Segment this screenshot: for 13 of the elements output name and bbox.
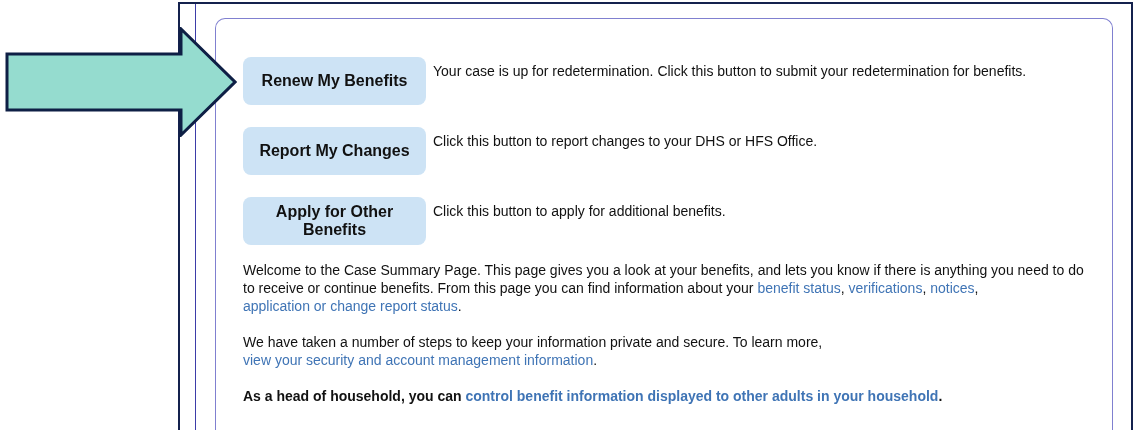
text-link[interactable]: control benefit information displayed to other adults in your household — [465, 388, 939, 404]
info-paragraph: As a head of household, you can control benefit information displayed to other adults in your household. — [243, 387, 944, 405]
action-button[interactable]: Apply for Other Benefits — [243, 197, 426, 245]
action-button[interactable]: Renew My Benefits — [243, 57, 426, 105]
info-paragraph: We have taken a number of steps to keep your information private and secure. To learn more, view your security and account management information. — [243, 333, 824, 369]
text-link[interactable]: application or change report status — [243, 298, 458, 314]
info-paragraph: Welcome to the Case Summary Page. This page gives you a look at your benefits, and lets you know if there is anything you need to do to receive or continue benefits. From this page you can find information about your benefit status, verifications, notices, application or change report status. — [243, 261, 1084, 315]
action-button[interactable]: Report My Changes — [243, 127, 426, 175]
button-description: Your case is up for redetermination. Click this button to submit your redetermination for benefits. — [433, 63, 1027, 80]
text-link[interactable]: notices — [930, 280, 975, 296]
button-description: Click this button to apply for additional benefits. — [433, 203, 726, 220]
button-description: Click this button to report changes to your DHS or HFS Office. — [433, 133, 818, 150]
text-link[interactable]: benefit status — [757, 280, 841, 296]
